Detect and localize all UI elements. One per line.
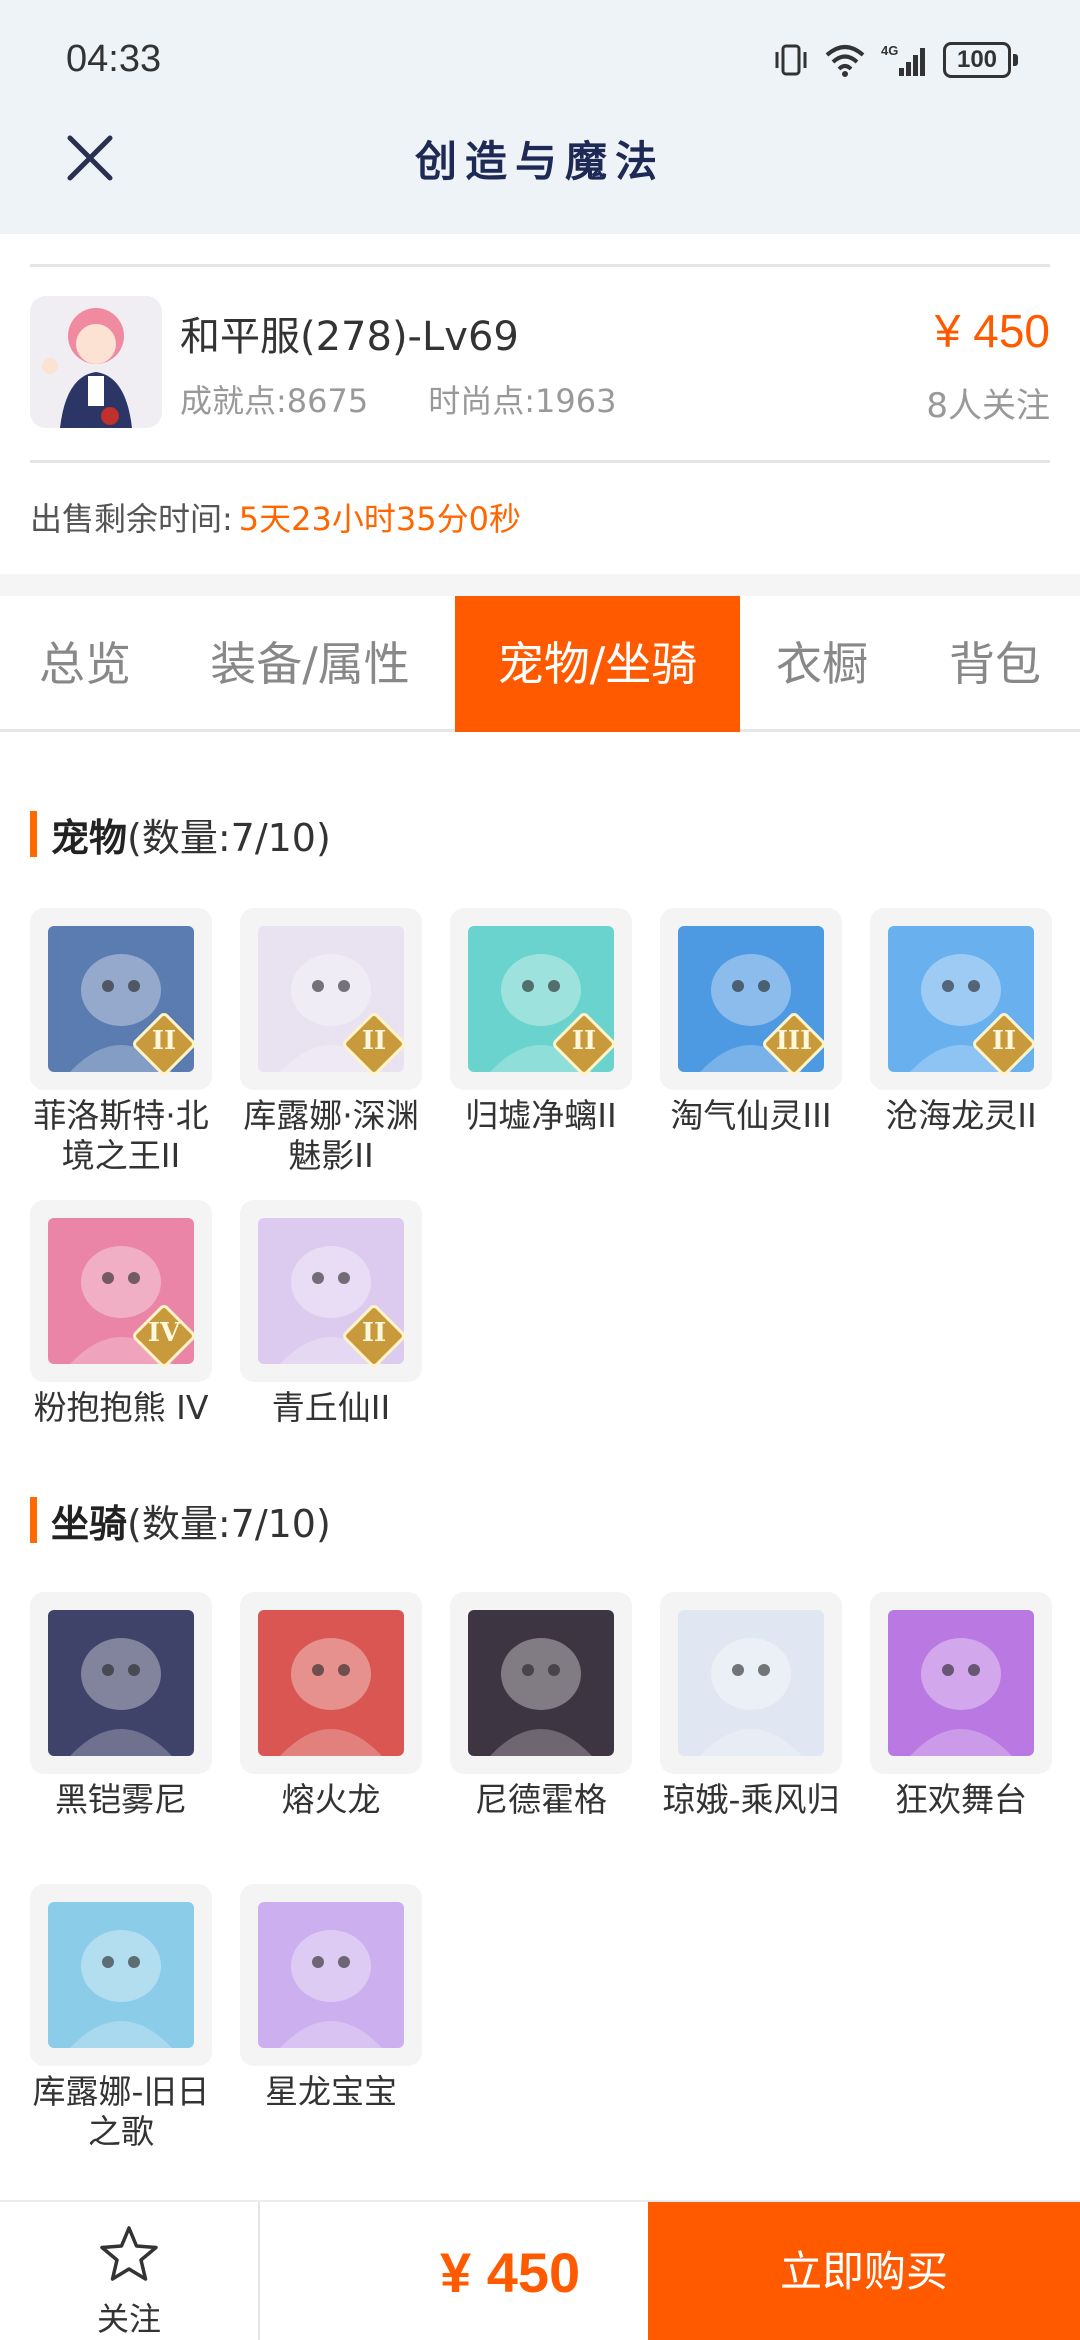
tab-pets-mounts[interactable]: 宠物/坐骑 bbox=[455, 596, 740, 732]
follow-button[interactable]: 关注 bbox=[0, 2202, 258, 2340]
status-bar: 04:33 4G 100 bbox=[0, 0, 1080, 120]
item-name: 库露娜·深渊魅影II bbox=[243, 1096, 419, 1175]
pet-item[interactable]: II 菲洛斯特·北境之王II bbox=[30, 908, 212, 1176]
mount-item[interactable]: 熔火龙 bbox=[240, 1592, 422, 1820]
item-thumbnail: II bbox=[240, 1200, 422, 1382]
section-gap bbox=[0, 574, 1080, 596]
avatar bbox=[30, 296, 162, 428]
item-name: 库露娜-旧日之歌 bbox=[32, 2072, 210, 2151]
follow-label: 关注 bbox=[96, 2300, 161, 2338]
sale-time: 出售剩余时间: 5天23小时35分0秒 bbox=[30, 494, 521, 540]
account-price: ¥ 450 bbox=[934, 305, 1050, 357]
status-time: 04:33 bbox=[66, 38, 162, 80]
pets-title: 宠物 bbox=[51, 815, 128, 860]
mount-item[interactable]: 琼娥-乘风归 bbox=[660, 1592, 842, 1820]
mounts-section-title: 坐骑 (数量:7/10) bbox=[30, 1496, 331, 1546]
tab-wardrobe[interactable]: 衣橱 bbox=[752, 596, 892, 732]
mounts-title: 坐骑 bbox=[51, 1501, 128, 1546]
fashion-points: 时尚点:1963 bbox=[428, 382, 617, 420]
pet-item[interactable]: III 淘气仙灵III bbox=[660, 908, 842, 1136]
tab-overview[interactable]: 总览 bbox=[0, 596, 170, 732]
vibrate-icon bbox=[775, 44, 807, 76]
pets-section-title: 宠物 (数量:7/10) bbox=[30, 810, 331, 860]
battery-level: 100 bbox=[943, 42, 1011, 78]
item-thumbnail bbox=[30, 1884, 212, 2066]
tab-backpack[interactable]: 背包 bbox=[920, 596, 1070, 732]
item-thumbnail bbox=[240, 1884, 422, 2066]
item-name: 粉抱抱熊 IV bbox=[33, 1388, 209, 1427]
rank-badge: II bbox=[361, 1026, 387, 1056]
star-icon bbox=[100, 2226, 158, 2281]
item-thumbnail: III bbox=[660, 908, 842, 1090]
item-name: 沧海龙灵II bbox=[885, 1096, 1037, 1135]
rank-badge: IV bbox=[147, 1318, 181, 1348]
rank-badge: III bbox=[775, 1026, 813, 1056]
battery-icon: 100 bbox=[943, 42, 1018, 78]
account-card: 和平服(278)-Lv69 成就点:8675 时尚点:1963 ¥ 450 8人… bbox=[0, 234, 1080, 574]
top-area: 04:33 4G 100 创造与魔法 bbox=[0, 0, 1080, 234]
sale-time-label: 出售剩余时间: bbox=[30, 500, 233, 538]
item-name: 归墟净螭II bbox=[465, 1096, 617, 1135]
mount-item[interactable]: 狂欢舞台 bbox=[870, 1592, 1052, 1820]
follower-count: 8人关注 bbox=[926, 386, 1050, 426]
item-name: 琼娥-乘风归 bbox=[662, 1780, 840, 1819]
item-thumbnail bbox=[660, 1592, 842, 1774]
mounts-count: (数量:7/10) bbox=[127, 1501, 331, 1546]
achievement-points: 成就点:8675 bbox=[180, 382, 369, 420]
status-icons: 4G 100 bbox=[773, 38, 1018, 82]
item-name: 淘气仙灵III bbox=[670, 1096, 832, 1135]
pet-item[interactable]: II 库露娜·深渊魅影II bbox=[240, 908, 422, 1176]
divider bbox=[258, 2202, 260, 2340]
divider bbox=[30, 460, 1050, 463]
item-thumbnail: II bbox=[450, 908, 632, 1090]
item-thumbnail: IV bbox=[30, 1200, 212, 1382]
mount-item[interactable]: 黑铠雾尼 bbox=[30, 1592, 212, 1820]
rank-badge: II bbox=[151, 1026, 177, 1056]
item-thumbnail: II bbox=[240, 908, 422, 1090]
svg-text:4G: 4G bbox=[881, 43, 898, 58]
item-name: 菲洛斯特·北境之王II bbox=[33, 1096, 209, 1175]
account-name: 和平服(278)-Lv69 bbox=[180, 314, 519, 360]
pet-item[interactable]: II 归墟净螭II bbox=[450, 908, 632, 1136]
rank-badge: II bbox=[991, 1026, 1017, 1056]
item-name: 星龙宝宝 bbox=[265, 2072, 397, 2111]
rank-badge: II bbox=[361, 1318, 387, 1348]
header: 创造与魔法 bbox=[0, 120, 1080, 234]
pets-count: (数量:7/10) bbox=[127, 815, 331, 860]
buy-now-button[interactable]: 立即购买 bbox=[648, 2202, 1080, 2340]
wifi-icon bbox=[825, 45, 865, 77]
item-name: 熔火龙 bbox=[281, 1780, 381, 1819]
rank-badge: II bbox=[571, 1026, 597, 1056]
bottom-bar: 关注 ¥ 450 立即购买 bbox=[0, 2200, 1080, 2340]
item-thumbnail bbox=[30, 1592, 212, 1774]
page-title: 创造与魔法 bbox=[414, 137, 665, 186]
pet-item[interactable]: II 青丘仙II bbox=[240, 1200, 422, 1428]
item-thumbnail bbox=[870, 1592, 1052, 1774]
item-thumbnail bbox=[240, 1592, 422, 1774]
tab-equipment[interactable]: 装备/属性 bbox=[190, 596, 430, 732]
item-name: 尼德霍格 bbox=[475, 1780, 607, 1819]
item-thumbnail bbox=[450, 1592, 632, 1774]
item-thumbnail: II bbox=[30, 908, 212, 1090]
pet-item[interactable]: IV 粉抱抱熊 IV bbox=[30, 1200, 212, 1428]
mount-item[interactable]: 库露娜-旧日之歌 bbox=[30, 1884, 212, 2152]
mount-item[interactable]: 尼德霍格 bbox=[450, 1592, 632, 1820]
bottom-price: ¥ 450 bbox=[440, 2241, 581, 2304]
sale-time-value: 5天23小时35分0秒 bbox=[238, 500, 521, 538]
divider bbox=[30, 264, 1050, 267]
signal-4g-icon: 4G bbox=[881, 43, 925, 76]
item-name: 狂欢舞台 bbox=[895, 1780, 1027, 1819]
mount-item[interactable]: 星龙宝宝 bbox=[240, 1884, 422, 2112]
tab-bar: 总览 装备/属性 宠物/坐骑 衣橱 背包 bbox=[0, 596, 1080, 732]
pet-item[interactable]: II 沧海龙灵II bbox=[870, 908, 1052, 1136]
item-name: 青丘仙II bbox=[271, 1388, 391, 1427]
item-thumbnail: II bbox=[870, 908, 1052, 1090]
item-name: 黑铠雾尼 bbox=[55, 1780, 187, 1819]
account-meta: 成就点:8675 时尚点:1963 bbox=[180, 376, 616, 422]
